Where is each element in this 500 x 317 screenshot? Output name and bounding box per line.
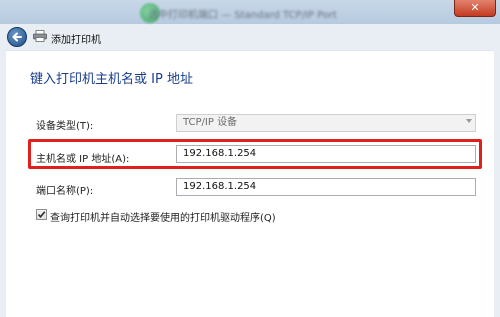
window-title: 选中打印机端口 — Standard TCP/IP Port (148, 10, 337, 20)
query-checkbox[interactable] (36, 209, 47, 220)
title-bar: 选中打印机端口 — Standard TCP/IP Port ✕ (0, 0, 500, 24)
back-button[interactable] (7, 27, 27, 47)
printer-icon (33, 30, 47, 42)
port-label: 端口名称(P): (36, 186, 94, 197)
page-heading: 键入打印机主机名或 IP 地址 (30, 72, 193, 87)
back-arrow-icon (12, 32, 22, 42)
host-input[interactable]: 192.168.1.254 (176, 145, 476, 163)
checkmark-icon (37, 211, 46, 218)
device-type-select[interactable]: TCP/IP 设备 (176, 114, 476, 132)
close-button[interactable]: ✕ (454, 0, 496, 17)
chevron-down-icon (466, 119, 472, 123)
wizard-title: 添加打印机 (51, 35, 101, 46)
query-checkbox-label: 查询打印机并自动选择要使用的打印机驱动程序(Q) (50, 213, 276, 224)
host-label: 主机名或 IP 地址(A): (36, 154, 130, 165)
device-type-label: 设备类型(T): (36, 121, 94, 132)
port-input[interactable]: 192.168.1.254 (176, 178, 476, 196)
